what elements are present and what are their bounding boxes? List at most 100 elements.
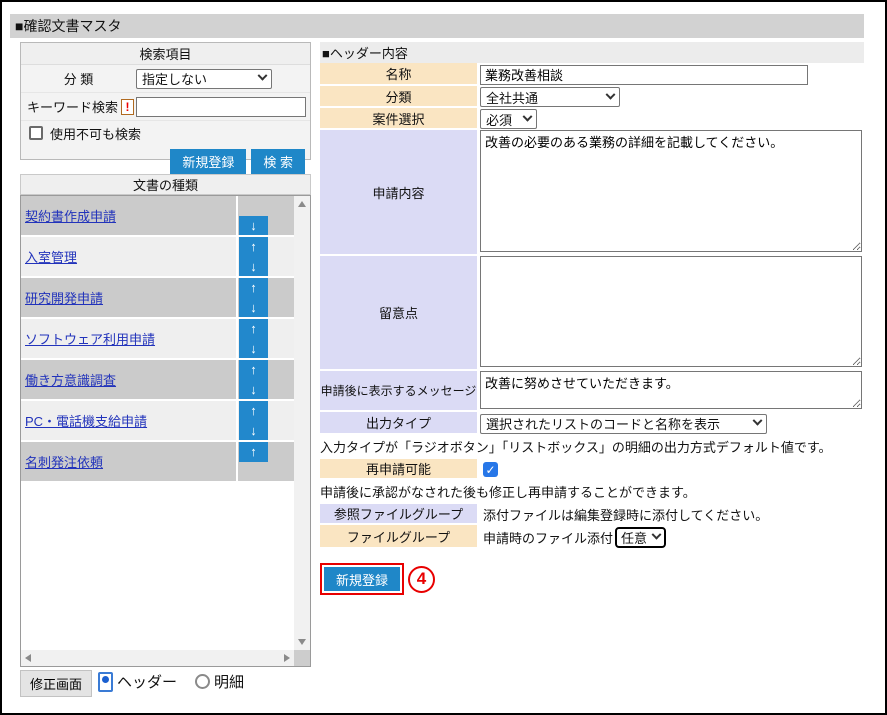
include-disabled-checkbox[interactable]: [29, 126, 43, 140]
chevron-down-icon: [652, 529, 662, 539]
scroll-right-icon[interactable]: [284, 654, 290, 662]
keyword-input[interactable]: [136, 97, 306, 117]
vertical-scrollbar[interactable]: [294, 196, 310, 650]
move-up-button[interactable]: ↑: [239, 442, 268, 462]
list-item-arrows-cell: ↑↓: [238, 237, 294, 276]
scroll-down-icon[interactable]: [298, 639, 306, 645]
view-mode-radio-group: ヘッダー 明細: [98, 671, 244, 692]
resubmit-note: 申請後に承認がなされた後も修正し再申請することができます。: [320, 480, 864, 504]
message-row: 申請後に表示するメッセージ 改善に努めさせていただきます。: [320, 371, 864, 412]
move-down-button[interactable]: ↓: [239, 257, 268, 277]
message-textarea[interactable]: 改善に努めさせていただきます。: [480, 371, 862, 409]
horizontal-scrollbar[interactable]: [21, 650, 294, 666]
output-type-row: 出力タイプ 選択されたリストのコードと名称を表示: [320, 412, 864, 435]
reorder-arrows: ↑: [239, 442, 268, 462]
name-row: 名称: [320, 63, 864, 86]
list-item: 名刺発注依頼 ↑: [21, 442, 294, 483]
radio-detail-option[interactable]: 明細: [195, 671, 244, 692]
notes-row: 留意点: [320, 256, 864, 371]
list-item-link-cell: 入室管理: [21, 237, 238, 276]
alert-icon: !: [121, 99, 134, 115]
document-link[interactable]: ソフトウェア利用申請: [25, 329, 155, 348]
list-item: PC・電話機支給申請 ↑↓: [21, 401, 294, 442]
include-disabled-row: 使用不可も検索: [21, 121, 310, 145]
new-register-button-search[interactable]: 新規登録: [170, 149, 246, 174]
category-select[interactable]: 指定しない: [136, 69, 272, 89]
output-type-select[interactable]: 選択されたリストのコードと名称を表示: [480, 414, 767, 434]
chevron-down-icon: [753, 416, 763, 426]
list-item-arrows-cell: ↑↓: [238, 319, 294, 358]
chevron-down-icon: [606, 89, 616, 99]
reorder-arrows: ↑↓: [239, 319, 268, 358]
document-link[interactable]: 名刺発注依頼: [25, 452, 103, 471]
resubmit-checkbox[interactable]: ✓: [483, 462, 498, 477]
move-down-button[interactable]: ↓: [239, 421, 268, 441]
request-content-textarea[interactable]: 改善の必要のある業務の詳細を記載してください。: [480, 130, 862, 252]
document-link[interactable]: 研究開発申請: [25, 288, 103, 307]
move-down-button[interactable]: ↓: [239, 216, 268, 236]
case-select[interactable]: 必須: [480, 109, 537, 129]
list-item-arrows-cell: ↑↓: [238, 278, 294, 317]
chevron-down-icon: [258, 71, 268, 81]
ref-file-group-text: 添付ファイルは編集登録時に添付してください。: [483, 505, 768, 524]
list-item: 研究開発申請 ↑↓: [21, 278, 294, 319]
reorder-arrows: ↓: [239, 216, 268, 236]
move-up-button[interactable]: ↑: [239, 360, 268, 380]
document-link[interactable]: 入室管理: [25, 247, 77, 266]
category-row: 分 類 指定しない: [21, 65, 310, 93]
reorder-arrows: ↑↓: [239, 401, 268, 440]
list-item-arrows-cell: ↑↓: [238, 401, 294, 440]
list-item-link-cell: 働き方意識調査: [21, 360, 238, 399]
resubmit-row: 再申請可能 ✓: [320, 459, 864, 480]
category-select-value: 指定しない: [142, 69, 207, 88]
move-down-button[interactable]: ↓: [239, 339, 268, 359]
list-item-link-cell: 名刺発注依頼: [21, 442, 238, 481]
category-select-right[interactable]: 全社共通: [480, 87, 620, 107]
move-up-button[interactable]: ↑: [239, 237, 268, 257]
file-attach-select[interactable]: 任意: [615, 527, 666, 548]
message-label: 申請後に表示するメッセージ: [320, 371, 477, 412]
document-link[interactable]: 契約書作成申請: [25, 206, 116, 225]
search-panel: 検索項目 分 類 指定しない キーワード検索 ! 使用不可も検索 新規登録 検 …: [20, 42, 311, 160]
document-link[interactable]: 働き方意識調査: [25, 370, 116, 389]
include-disabled-label: 使用不可も検索: [50, 124, 141, 143]
radio-header-label: ヘッダー: [117, 671, 177, 692]
new-register-button[interactable]: 新規登録: [324, 567, 400, 591]
radio-detail-label: 明細: [214, 671, 244, 692]
doc-list: 契約書作成申請 ↓ 入室管理 ↑↓ 研究開発申請 ↑↓ ソフトウェア利用申請 ↑…: [21, 196, 294, 650]
page-title: ■確認文書マスタ: [10, 14, 864, 38]
file-group-text: 申請時のファイル添付: [483, 528, 613, 547]
list-item-link-cell: 研究開発申請: [21, 278, 238, 317]
edit-screen-button[interactable]: 修正画面: [20, 670, 92, 697]
radio-selected-icon[interactable]: [98, 672, 113, 692]
list-item-link-cell: ソフトウェア利用申請: [21, 319, 238, 358]
file-group-label: ファイルグループ: [320, 525, 477, 549]
resubmit-label: 再申請可能: [320, 459, 477, 480]
category-label: 分 類: [21, 69, 136, 88]
case-select-label: 案件選択: [320, 108, 477, 130]
reorder-arrows: ↑↓: [239, 360, 268, 399]
request-content-row: 申請内容 改善の必要のある業務の詳細を記載してください。: [320, 130, 864, 256]
name-input[interactable]: [480, 65, 808, 85]
move-up-button[interactable]: ↑: [239, 401, 268, 421]
notes-textarea[interactable]: [480, 256, 862, 367]
list-item: 入室管理 ↑↓: [21, 237, 294, 278]
ref-file-group-label: 参照ファイルグループ: [320, 504, 477, 525]
category-label-right: 分類: [320, 86, 477, 108]
document-link[interactable]: PC・電話機支給申請: [25, 411, 147, 430]
list-item-link-cell: PC・電話機支給申請: [21, 401, 238, 440]
list-item-arrows-cell: ↑↓: [238, 360, 294, 399]
scroll-up-icon[interactable]: [298, 201, 306, 207]
radio-header-option[interactable]: ヘッダー: [98, 671, 177, 692]
reorder-arrows: ↑↓: [239, 237, 268, 276]
file-group-row: ファイルグループ 申請時のファイル添付 任意: [320, 525, 864, 549]
move-up-button[interactable]: ↑: [239, 319, 268, 339]
move-down-button[interactable]: ↓: [239, 298, 268, 318]
search-button[interactable]: 検 索: [251, 149, 305, 174]
move-down-button[interactable]: ↓: [239, 380, 268, 400]
annotation-step-badge: 4: [408, 566, 435, 593]
scrollbar-corner: [294, 650, 310, 666]
radio-unselected-icon[interactable]: [195, 674, 210, 689]
move-up-button[interactable]: ↑: [239, 278, 268, 298]
scroll-left-icon[interactable]: [25, 654, 31, 662]
